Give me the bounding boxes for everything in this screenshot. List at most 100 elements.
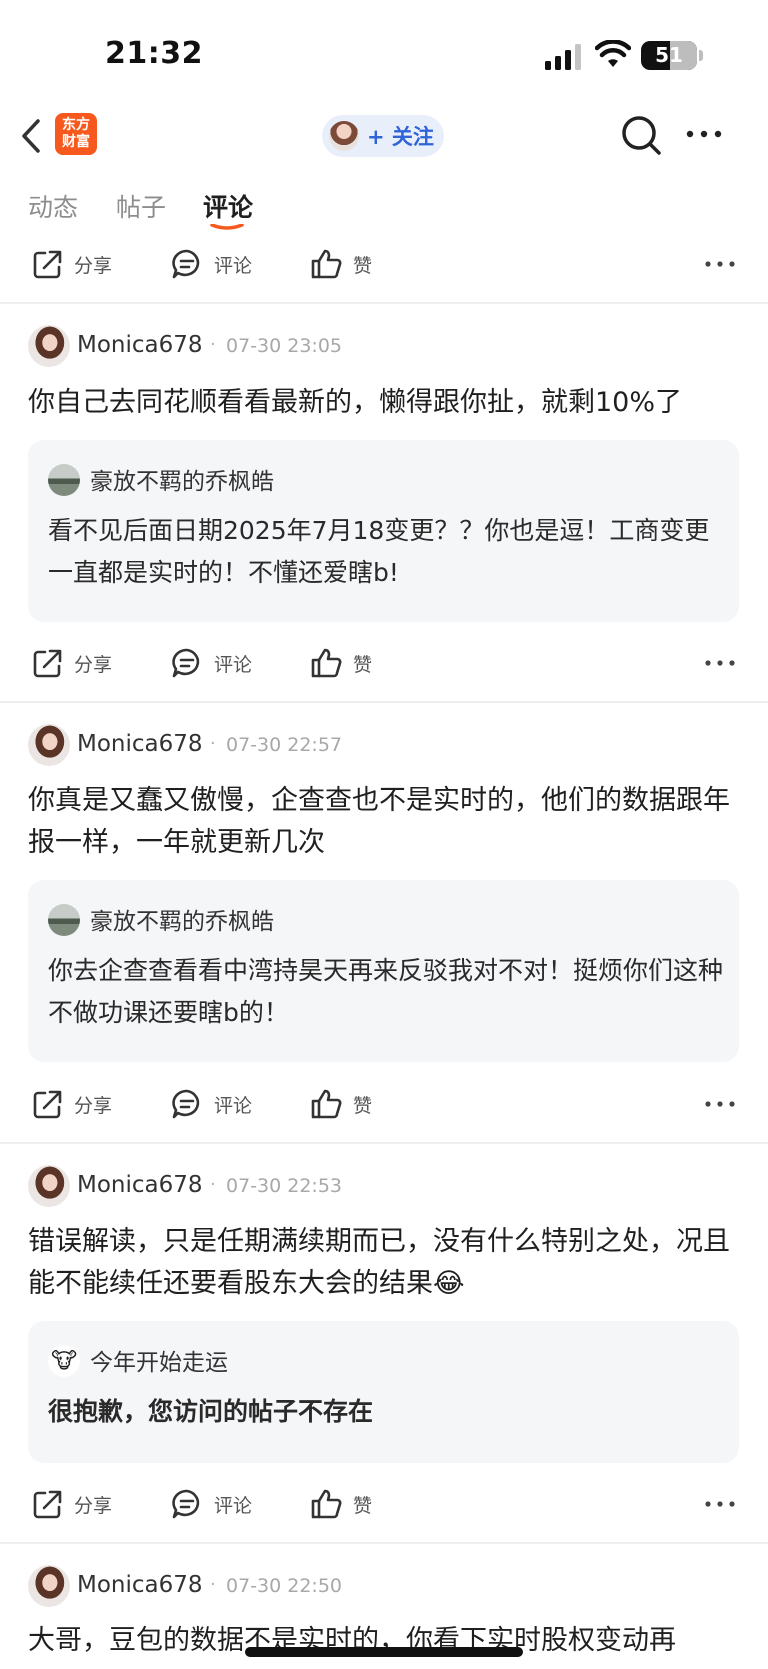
wifi-icon [595, 40, 631, 67]
back-button[interactable] [20, 114, 50, 158]
ox-avatar-icon: 🐮 [48, 1345, 80, 1377]
cellular-signal-icon [545, 44, 581, 70]
share-label: 分享 [74, 254, 113, 277]
like-button[interactable]: 赞 [309, 1476, 372, 1532]
meta-dot: · [210, 1574, 216, 1595]
comment-label: 评论 [214, 1494, 253, 1517]
share-label: 分享 [74, 1494, 113, 1517]
more-dots-icon[interactable] [700, 653, 740, 673]
comment-button[interactable]: 评论 [170, 1076, 252, 1132]
like-button[interactable]: 赞 [309, 635, 372, 691]
divider [0, 1142, 768, 1144]
top-nav: 东方财富 + 关注 [0, 106, 768, 166]
like-label: 赞 [353, 254, 373, 277]
username[interactable]: Monica678 [77, 332, 203, 358]
comment-label: 评论 [214, 653, 253, 676]
quoted-comment[interactable]: 🐮 今年开始走运 很抱歉，您访问的帖子不存在 [28, 1321, 739, 1463]
username[interactable]: Monica678 [77, 1572, 203, 1598]
quote-avatar [48, 464, 80, 496]
comment-text: 错误解读，只是任期满续期而已，没有什么特别之处，况且能不能续任还要看股东大会的结… [28, 1226, 730, 1299]
tab-comments[interactable]: 评论 [203, 188, 253, 224]
comment-label: 评论 [214, 254, 253, 277]
follow-button[interactable]: + 关注 [322, 115, 444, 157]
avatar[interactable] [28, 325, 70, 367]
more-dots-icon[interactable] [684, 122, 724, 146]
share-icon [33, 649, 62, 678]
share-button[interactable]: 分享 [30, 635, 112, 691]
avatar[interactable] [28, 1565, 70, 1607]
quote-text: 你去企查查看看中湾持昊天再来反驳我对不对！挺烦你们这种不做功课还要瞎b的！ [48, 956, 724, 1027]
meta-dot: · [210, 334, 216, 355]
follow-avatar [329, 121, 359, 151]
username[interactable]: Monica678 [77, 1172, 203, 1198]
share-icon [33, 1490, 62, 1519]
comment-icon [172, 1089, 200, 1119]
more-dots-icon[interactable] [700, 1094, 740, 1114]
status-bar: 21:32 51 [0, 0, 768, 110]
quote-text: 看不见后面日期2025年7月18变更？？你也是逗！工商变更一直都是实时的！不懂还… [48, 516, 710, 587]
action-bar: 分享 评论 赞 [0, 236, 768, 292]
comment-icon [172, 1489, 200, 1519]
more-dots-icon[interactable] [700, 1494, 740, 1514]
tab-dynamics[interactable]: 动态 [28, 188, 78, 224]
comment-icon [172, 249, 200, 279]
timestamp: 07-30 23:05 [226, 335, 343, 357]
meta-dot: · [210, 733, 216, 754]
share-label: 分享 [74, 653, 113, 676]
battery-icon: 51 [641, 41, 697, 70]
comment-icon [172, 648, 200, 678]
comment-button[interactable]: 评论 [170, 635, 252, 691]
share-icon [33, 250, 62, 279]
comment-button[interactable]: 评论 [170, 1476, 252, 1532]
divider [0, 701, 768, 703]
like-label: 赞 [353, 653, 373, 676]
share-button[interactable]: 分享 [30, 1076, 112, 1132]
quote-text: 很抱歉，您访问的帖子不存在 [48, 1397, 374, 1426]
divider [0, 1542, 768, 1544]
timestamp: 07-30 22:57 [226, 734, 343, 756]
quote-username: 今年开始走运 [90, 1350, 228, 1376]
comment-text: 你自己去同花顺看看最新的，懒得跟你扯，就剩10%了 [28, 387, 683, 418]
more-dots-icon[interactable] [700, 254, 740, 274]
action-bar: 分享 评论 赞 [0, 1476, 768, 1532]
timestamp: 07-30 22:53 [226, 1175, 343, 1197]
tab-posts[interactable]: 帖子 [116, 188, 166, 224]
thumbs-up-icon [311, 249, 342, 279]
like-button[interactable]: 赞 [309, 1076, 372, 1132]
thumbs-up-icon [311, 1489, 342, 1519]
quoted-comment[interactable]: 豪放不羁的乔枫皓 看不见后面日期2025年7月18变更？？你也是逗！工商变更一直… [28, 440, 739, 622]
divider [0, 302, 768, 304]
like-button[interactable]: 赞 [309, 236, 372, 292]
like-label: 赞 [353, 1494, 373, 1517]
comment-text: 你真是又蠢又傲慢，企查查也不是实时的，他们的数据跟年报一样，一年就更新几次 [28, 785, 730, 858]
status-time: 21:32 [105, 36, 203, 71]
home-indicator[interactable] [245, 1647, 523, 1657]
quoted-comment[interactable]: 豪放不羁的乔枫皓 你去企查查看看中湾持昊天再来反驳我对不对！挺烦你们这种不做功课… [28, 880, 739, 1062]
share-button[interactable]: 分享 [30, 236, 112, 292]
action-bar: 分享 评论 赞 [0, 1076, 768, 1132]
comment-label: 评论 [214, 1094, 253, 1117]
comment-text: 大哥，豆包的数据不是实时的，你看下实时股权变动再 [28, 1625, 676, 1656]
brand-logo[interactable]: 东方财富 [55, 113, 97, 155]
like-label: 赞 [353, 1094, 373, 1117]
share-icon [33, 1090, 62, 1119]
avatar[interactable] [28, 1165, 70, 1207]
quote-username: 豪放不羁的乔枫皓 [90, 469, 274, 495]
battery-nub [699, 50, 703, 61]
battery-percent: 51 [655, 43, 683, 67]
quote-username: 豪放不羁的乔枫皓 [90, 909, 274, 935]
follow-label: + 关注 [367, 125, 434, 149]
chevron-left-icon [22, 119, 40, 153]
active-tab-indicator [210, 224, 244, 230]
share-label: 分享 [74, 1094, 113, 1117]
comment-button[interactable]: 评论 [170, 236, 252, 292]
share-button[interactable]: 分享 [30, 1476, 112, 1532]
username[interactable]: Monica678 [77, 731, 203, 757]
meta-dot: · [210, 1174, 216, 1195]
action-bar: 分享 评论 赞 [0, 635, 768, 691]
brand-logo-text: 东方财富 [62, 117, 90, 150]
tab-bar: 动态 帖子 评论 [0, 180, 768, 234]
avatar[interactable] [28, 724, 70, 766]
search-icon[interactable] [620, 114, 662, 156]
timestamp: 07-30 22:50 [226, 1575, 343, 1597]
